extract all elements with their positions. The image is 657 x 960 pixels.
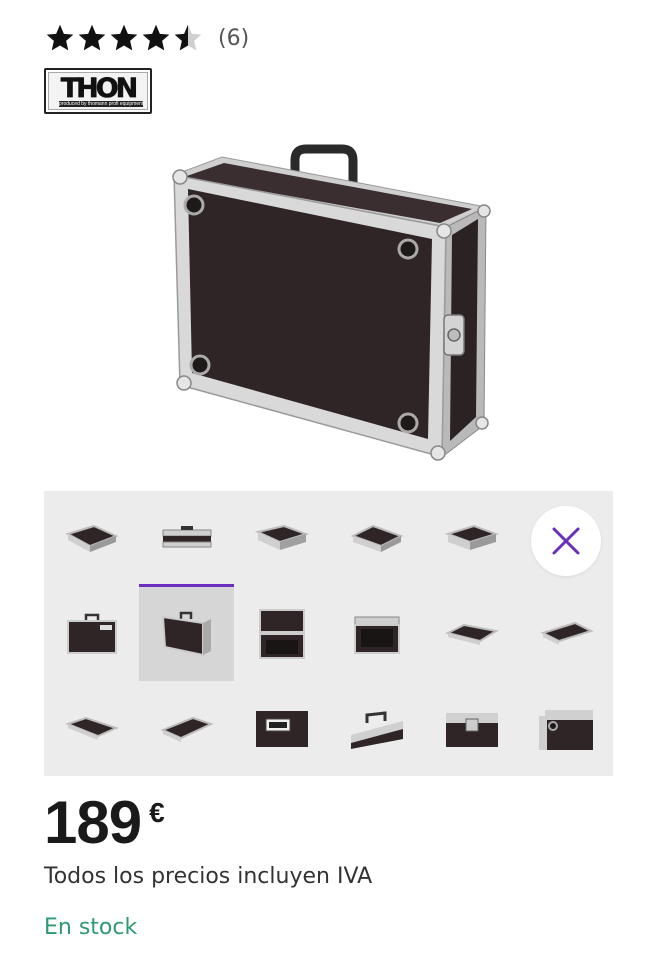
star-full-icon <box>78 24 106 51</box>
gallery-thumbnail[interactable] <box>139 491 234 586</box>
rating-stars <box>44 22 204 54</box>
product-rating[interactable]: (6) <box>44 18 249 58</box>
star-full-icon <box>110 24 138 51</box>
price-currency: € <box>149 797 165 828</box>
close-gallery-button[interactable] <box>531 506 601 576</box>
gallery-thumbnail[interactable] <box>329 681 424 776</box>
close-icon <box>552 527 580 555</box>
gallery-thumbnail[interactable] <box>519 586 614 681</box>
gallery-thumbnail[interactable] <box>519 681 614 776</box>
gallery-thumbnail[interactable] <box>234 586 329 681</box>
brand-logo-wordmark: THON <box>60 73 138 104</box>
gallery-thumbnail[interactable] <box>44 586 139 681</box>
price: 189 € <box>44 790 165 856</box>
rating-count[interactable]: (6) <box>218 26 249 51</box>
gallery-thumbnail[interactable] <box>44 491 139 586</box>
gallery-thumbnail[interactable] <box>424 586 519 681</box>
gallery-thumbnail[interactable] <box>424 681 519 776</box>
price-value: 189 <box>44 789 142 856</box>
star-full-icon <box>46 24 74 51</box>
vat-note: Todos los precios incluyen IVA <box>44 864 373 889</box>
gallery-thumbnail-selected[interactable] <box>139 584 234 681</box>
gallery-thumbnail[interactable] <box>329 586 424 681</box>
brand-logo-tagline: produced by thomann profi equipment <box>59 101 143 107</box>
gallery-thumbnail[interactable] <box>424 491 519 586</box>
star-half-icon <box>174 24 202 51</box>
gallery-thumbnail[interactable] <box>44 681 139 776</box>
image-gallery <box>44 491 613 776</box>
star-full-icon <box>142 24 170 51</box>
gallery-thumbnail[interactable] <box>234 491 329 586</box>
gallery-thumbnail[interactable] <box>329 491 424 586</box>
gallery-thumbnail[interactable] <box>234 681 329 776</box>
main-product-image[interactable] <box>160 135 500 470</box>
gallery-thumbnail[interactable] <box>139 681 234 776</box>
brand-logo[interactable]: THON produced by thomann profi equipment <box>44 68 152 114</box>
stock-status: En stock <box>44 915 138 940</box>
